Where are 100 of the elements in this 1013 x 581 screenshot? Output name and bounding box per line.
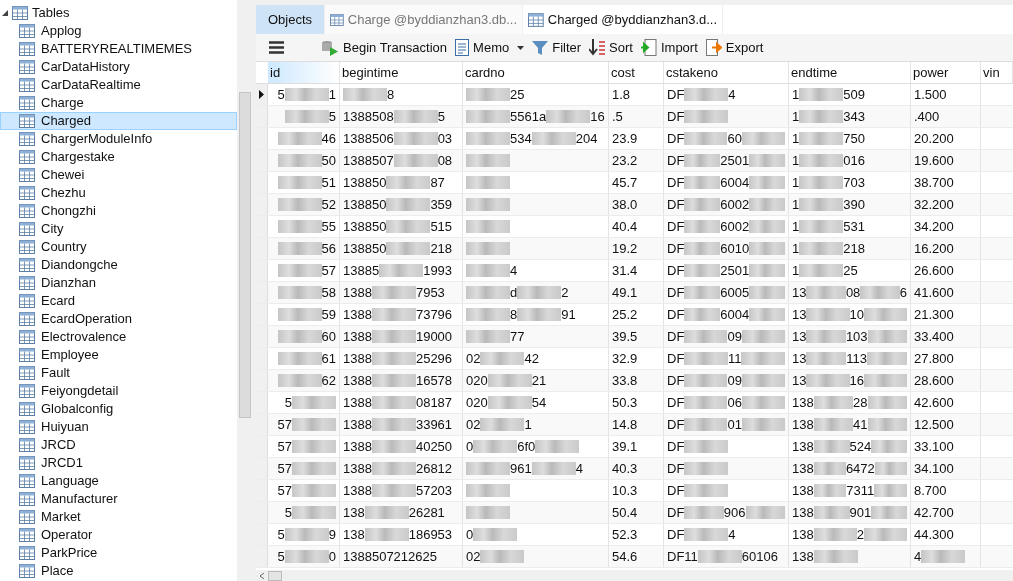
table-item[interactable]: JRCD1 <box>0 454 237 472</box>
tree-group[interactable]: Tables <box>0 4 237 22</box>
table-item[interactable]: EcardOperation <box>0 310 237 328</box>
table-item[interactable]: Operator <box>0 526 237 544</box>
horizontal-scrollbar[interactable] <box>256 570 1013 581</box>
cell-text: 09 <box>727 327 742 346</box>
table-item[interactable]: Language <box>0 472 237 490</box>
table-item[interactable]: Diandongche <box>0 256 237 274</box>
table-item[interactable]: Charge <box>0 94 237 112</box>
menu-icon[interactable] <box>269 41 284 54</box>
table-item[interactable]: ChargerModuleInfo <box>0 130 237 148</box>
cell-text: 1388 <box>343 415 372 434</box>
table-item[interactable]: Employee <box>0 346 237 364</box>
row-marker[interactable] <box>256 458 268 479</box>
row-marker[interactable] <box>256 370 268 391</box>
redaction-mark <box>466 242 510 255</box>
row-marker[interactable] <box>256 216 268 237</box>
redaction-mark <box>292 506 336 519</box>
scroll-left-icon[interactable] <box>260 572 264 579</box>
redaction-mark <box>487 374 532 387</box>
table-item[interactable]: Globalconfig <box>0 400 237 418</box>
scrollbar-thumb[interactable] <box>239 92 251 418</box>
table-item[interactable]: CarDataHistory <box>0 58 237 76</box>
row-marker[interactable] <box>256 524 268 545</box>
table-item[interactable]: Chargestake <box>0 148 237 166</box>
table-item[interactable]: Place <box>0 562 237 580</box>
table-tab[interactable]: Charge @byddianzhan3.db... <box>325 5 523 34</box>
redaction-mark <box>466 286 510 299</box>
table-item[interactable]: JRCD <box>0 436 237 454</box>
toolbar-button[interactable]: Filter <box>531 36 583 59</box>
row-marker[interactable] <box>256 436 268 457</box>
redaction-mark <box>466 220 510 233</box>
table-item[interactable]: City <box>0 220 237 238</box>
redaction-mark <box>799 242 844 255</box>
row-marker[interactable] <box>256 128 268 149</box>
table-item[interactable]: Feiyongdetail <box>0 382 237 400</box>
table-item[interactable]: Electrovalence <box>0 328 237 346</box>
row-marker[interactable] <box>256 546 268 567</box>
row-marker[interactable] <box>256 194 268 215</box>
table-item[interactable]: Market <box>0 508 237 526</box>
column-header[interactable]: begintime <box>340 62 463 83</box>
row-marker[interactable] <box>256 106 268 127</box>
toolbar-button[interactable]: Sort <box>588 36 634 59</box>
table-item[interactable]: ParkPrice <box>0 544 237 562</box>
redaction-mark <box>813 462 846 475</box>
redaction-mark <box>813 484 847 497</box>
table-item[interactable]: Dianzhan <box>0 274 237 292</box>
table-item[interactable]: CarDataRealtime <box>0 76 237 94</box>
cell-text: 08 <box>845 283 861 302</box>
table-item[interactable]: Huiyuan <box>0 418 237 436</box>
table-item[interactable]: Country <box>0 238 237 256</box>
cell-text: 138 <box>792 481 814 500</box>
column-header[interactable]: cardno <box>463 62 609 83</box>
objects-tab[interactable]: Objects <box>256 5 325 34</box>
column-header[interactable]: cstakeno <box>664 62 789 83</box>
table-item[interactable]: Charged <box>0 112 237 130</box>
row-marker[interactable] <box>256 326 268 347</box>
scrollbar-thumb[interactable] <box>268 570 282 581</box>
cell-text: 57 <box>277 481 292 500</box>
row-marker[interactable] <box>256 84 268 105</box>
column-header[interactable]: endtime <box>789 62 911 83</box>
table-item[interactable]: BATTERYREALTIMEMES <box>0 40 237 58</box>
cell-text: 524 <box>849 437 872 456</box>
column-header[interactable]: vin <box>981 62 1013 83</box>
row-marker[interactable] <box>256 304 268 325</box>
row-marker[interactable] <box>256 502 268 523</box>
table-item[interactable]: Chezhu <box>0 184 237 202</box>
collapse-icon[interactable] <box>2 10 8 16</box>
redaction-mark <box>874 462 907 475</box>
toolbar-button[interactable]: Import <box>639 36 699 59</box>
table-item[interactable]: Ecard <box>0 292 237 310</box>
column-header[interactable]: cost <box>609 62 664 83</box>
row-marker[interactable] <box>256 150 268 171</box>
cell-text: 54 <box>531 393 547 412</box>
table-item[interactable]: Chongzhi <box>0 202 237 220</box>
column-header[interactable]: id <box>268 62 340 83</box>
table-item[interactable]: Applog <box>0 22 237 40</box>
toolbar-button[interactable]: Export <box>704 36 765 59</box>
column-header[interactable]: power <box>911 62 981 83</box>
cell-text: 6f0 <box>517 437 536 456</box>
cell-text: 26812 <box>415 459 453 478</box>
row-marker[interactable] <box>256 348 268 369</box>
redaction-mark <box>799 264 844 277</box>
toolbar-button[interactable]: Memo <box>454 36 526 59</box>
table-tab[interactable]: Charged @byddianzhan3.d... <box>523 5 723 34</box>
current-row-icon <box>259 90 264 99</box>
toolbar-button[interactable]: Begin Transaction <box>320 36 449 59</box>
row-marker[interactable] <box>256 172 268 193</box>
row-marker[interactable] <box>256 392 268 413</box>
table-item[interactable]: Fault <box>0 364 237 382</box>
table-item[interactable]: Manufacturer <box>0 490 237 508</box>
row-marker[interactable] <box>256 414 268 435</box>
redaction-mark <box>749 220 785 233</box>
row-marker[interactable] <box>256 282 268 303</box>
row-marker[interactable] <box>256 238 268 259</box>
table-item[interactable]: Chewei <box>0 166 237 184</box>
row-marker[interactable] <box>256 260 268 281</box>
sidebar-scrollbar[interactable] <box>237 0 253 581</box>
row-marker[interactable] <box>256 480 268 501</box>
cell-text: 2501 <box>720 151 750 170</box>
